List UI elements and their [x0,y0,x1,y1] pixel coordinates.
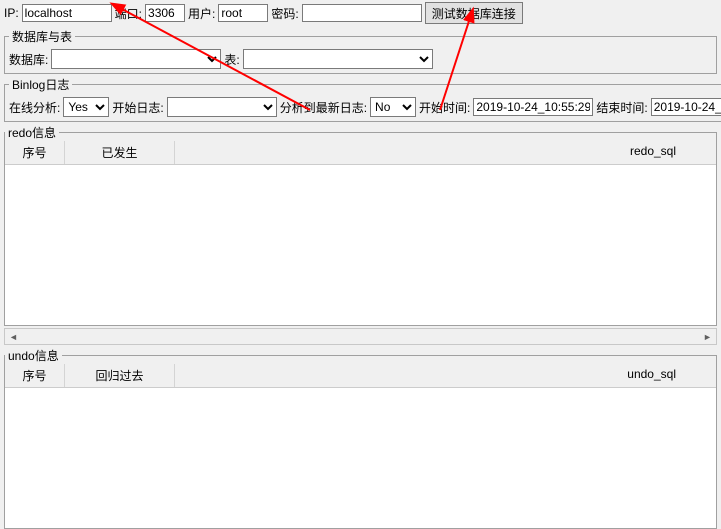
scroll-right-icon[interactable]: ► [699,329,716,344]
start-log-select[interactable] [167,97,277,117]
undo-table-body[interactable] [5,388,716,528]
undo-col-seq: 序号 [5,364,65,387]
ip-label: IP: [4,6,19,20]
binlog-legend: Binlog日志 [9,76,72,93]
to-latest-select[interactable]: No [370,97,416,117]
to-latest-label: 分析到最新日志: [280,99,367,116]
horizontal-scrollbar[interactable]: ◄ ► [4,328,717,345]
redo-table-body[interactable] [5,165,716,325]
undo-col-rollback: 回归过去 [65,364,175,387]
connection-row: IP: 端口: 用户: 密码: 测试数据库连接 [0,0,721,26]
table-select[interactable] [243,49,433,69]
redo-col-seq: 序号 [5,141,65,164]
user-input[interactable] [218,4,268,22]
port-label: 端口: [115,5,142,22]
start-log-label: 开始日志: [112,99,163,116]
db-table-group: 数据库与表 数据库: 表: [4,28,717,74]
redo-col-happened: 已发生 [65,141,175,164]
redo-col-sql: redo_sql [175,141,716,164]
undo-table-header: 序号 回归过去 undo_sql [5,364,716,388]
port-input[interactable] [145,4,185,22]
binlog-group: Binlog日志 在线分析: Yes 开始日志: 分析到最新日志: No 开始时… [4,76,721,122]
db-table-legend: 数据库与表 [9,28,75,45]
table-label: 表: [224,51,239,68]
redo-table-header: 序号 已发生 redo_sql [5,141,716,165]
database-label: 数据库: [9,51,48,68]
undo-group: undo信息 序号 回归过去 undo_sql [4,347,717,529]
undo-col-sql: undo_sql [175,364,716,387]
redo-table: 序号 已发生 redo_sql [5,141,716,325]
password-label: 密码: [271,5,298,22]
password-input[interactable] [302,4,422,22]
end-time-label: 结束时间: [596,99,647,116]
ip-input[interactable] [22,4,112,22]
user-label: 用户: [188,5,215,22]
undo-legend: undo信息 [5,347,62,364]
start-time-input[interactable] [473,98,593,116]
end-time-input[interactable] [651,98,721,116]
undo-table: 序号 回归过去 undo_sql [5,364,716,528]
start-time-label: 开始时间: [419,99,470,116]
database-select[interactable] [51,49,221,69]
redo-legend: redo信息 [5,124,59,141]
online-analyze-label: 在线分析: [9,99,60,116]
redo-group: redo信息 序号 已发生 redo_sql [4,124,717,326]
scroll-left-icon[interactable]: ◄ [5,329,22,344]
online-analyze-select[interactable]: Yes [63,97,109,117]
test-connection-button[interactable]: 测试数据库连接 [425,2,523,24]
